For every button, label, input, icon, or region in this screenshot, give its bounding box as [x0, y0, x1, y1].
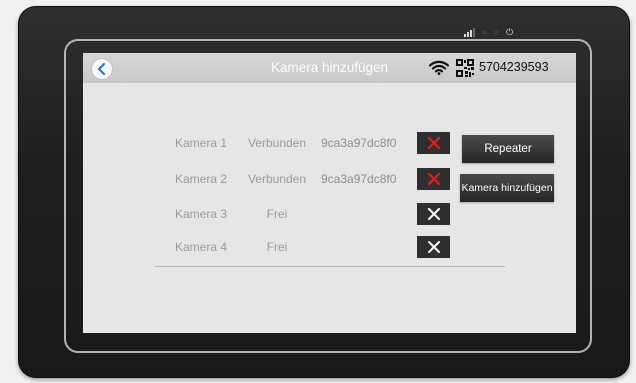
camera-row: Kamera 4 Frei — [83, 236, 576, 258]
remove-camera-button[interactable] — [417, 132, 450, 154]
camera-name: Kamera 2 — [175, 172, 228, 186]
camera-row: Kamera 3 Frei — [83, 203, 576, 225]
screen: Kamera hinzufügen 5704239593 Kamera 1 Ve… — [83, 53, 576, 333]
chevron-left-icon — [98, 63, 105, 75]
camera-name: Kamera 1 — [175, 136, 228, 150]
add-camera-button[interactable]: Kamera hinzufügen — [460, 174, 554, 202]
wifi-icon — [429, 60, 449, 75]
status-led — [482, 29, 487, 35]
back-button[interactable] — [91, 58, 113, 80]
camera-status: Frei — [266, 207, 288, 221]
camera-name: Kamera 4 — [175, 240, 228, 254]
signal-icon — [464, 27, 475, 37]
remove-camera-button[interactable] — [417, 168, 450, 190]
close-icon — [427, 173, 440, 185]
repeater-button[interactable]: Repeater — [462, 135, 554, 163]
remove-camera-button[interactable] — [417, 203, 450, 225]
camera-id: 9ca3a97dc8f0 — [321, 172, 397, 186]
camera-id: 9ca3a97dc8f0 — [321, 136, 397, 150]
close-icon — [427, 137, 440, 149]
remove-camera-button[interactable] — [417, 236, 450, 258]
camera-status: Frei — [266, 240, 288, 254]
device-indicators: ⏻ — [464, 26, 513, 38]
status-led — [494, 29, 499, 35]
power-icon[interactable]: ⏻ — [506, 27, 513, 37]
camera-name: Kamera 3 — [175, 207, 228, 221]
qr-code-icon[interactable] — [456, 59, 474, 77]
device-id: 5704239593 — [479, 60, 549, 74]
title-bar: Kamera hinzufügen 5704239593 — [83, 53, 576, 83]
list-divider — [155, 266, 505, 267]
camera-status: Verbunden — [247, 172, 307, 186]
close-icon — [427, 241, 440, 253]
camera-status: Verbunden — [247, 136, 307, 150]
close-icon — [427, 208, 440, 220]
